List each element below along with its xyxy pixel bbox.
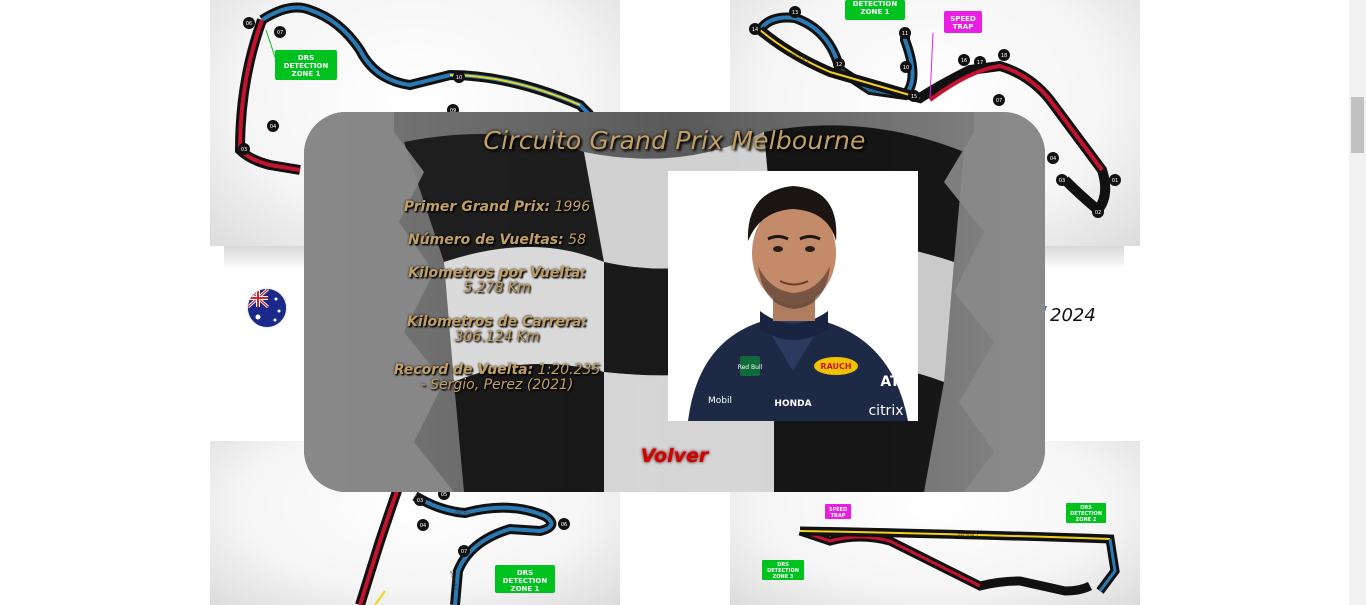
km-per-lap-label: Kilometros por Vuelta: (408, 265, 586, 281)
sponsor-label: RAUCH (820, 362, 851, 371)
km-per-lap-row: Kilometros por Vuelta: 5.278 Km (382, 266, 612, 296)
drs-label-line: DRS (298, 54, 314, 62)
speed-trap-label: SPEED (950, 15, 976, 23)
drs-label-line: DRS (517, 569, 533, 577)
turn-label: 04 (1050, 156, 1056, 162)
back-button[interactable]: Volver (304, 445, 1045, 467)
lap-record-holder: - Sergio, Perez (2021) (420, 377, 574, 393)
turn-label: 15 (911, 94, 917, 100)
season-year: 2024 (1050, 305, 1096, 326)
turn-label: 07 (277, 30, 283, 36)
race-km-value: 306.124 Km (454, 329, 540, 345)
turn-label: 14 (752, 27, 758, 33)
drs-label-line: DETECTION (503, 577, 548, 585)
turn-label: 12 (836, 62, 842, 68)
turn-label: 06 (246, 21, 252, 27)
turn-label: 07 (996, 98, 1002, 104)
turn-label: 07 (461, 549, 467, 555)
sponsor-label: AT (880, 374, 900, 390)
page-scrollbar[interactable] (1349, 0, 1366, 605)
lap-record-row: Record de Vuelta: 1:20.235 - Sergio, Per… (382, 363, 612, 393)
turn-label: 03 (1059, 178, 1065, 184)
turn-label: 05 (441, 492, 447, 498)
turn-label: 06 (561, 522, 567, 528)
turn-label: 04 (420, 523, 426, 529)
turn-label: 03 (417, 498, 423, 504)
drs-label-line: DETECTION (853, 0, 898, 8)
turn-label: 01 (1112, 178, 1118, 184)
driver-photo: Red Bull RAUCH HONDA citrix AT Mobil (668, 171, 918, 421)
laps-row: Número de Vueltas: 58 (382, 233, 612, 248)
drs-label-line: ZONE 2 (1076, 517, 1097, 523)
drs-label-line: ZONE 1 (861, 8, 890, 16)
turn-label: 04 (270, 124, 276, 130)
turn-label: 10 (456, 75, 462, 81)
drs-label-line: DETECTION (284, 62, 329, 70)
scrollbar-thumb[interactable] (1351, 97, 1364, 153)
first-grand-prix-row: Primer Grand Prix: 1996 (382, 200, 612, 215)
australia-flag-icon (248, 289, 286, 327)
circuit-info-modal: Circuito Grand Prix Melbourne Primer Gra… (304, 112, 1045, 492)
race-km-row: Kilometros de Carrera: 306.124 Km (382, 315, 612, 345)
laps-value: 58 (568, 232, 586, 248)
drs-label-line: ZONE 1 (511, 585, 540, 593)
speed-trap-label: TRAP (831, 513, 846, 519)
turn-label: 18 (1001, 53, 1007, 59)
speed-trap-label: TRAP (953, 23, 974, 31)
sponsor-label: HONDA (774, 399, 811, 409)
sponsor-label: citrix (868, 403, 903, 419)
sponsor-label: Mobil (708, 396, 732, 406)
sponsor-label: Red Bull (738, 364, 763, 371)
first-gp-label: Primer Grand Prix: (403, 199, 551, 215)
lap-record-value: 1:20.235 (537, 362, 601, 378)
circuit-title: Circuito Grand Prix Melbourne (483, 126, 866, 155)
race-km-label: Kilometros de Carrera: (407, 314, 587, 330)
turn-label: 10 (903, 65, 909, 71)
laps-label: Número de Vueltas: (408, 232, 564, 248)
first-gp-value: 1996 (554, 199, 591, 215)
drs-label-line: ZONE 1 (292, 70, 321, 78)
lap-record-label: Record de Vuelta: (393, 362, 534, 378)
turn-label: 13 (792, 10, 798, 16)
turn-label: 02 (1095, 210, 1101, 216)
turn-label: 11 (902, 31, 908, 37)
turn-label: 16 (961, 58, 967, 64)
km-per-lap-value: 5.278 Km (463, 280, 531, 296)
sector-label: SECTOR 2 (958, 533, 979, 538)
turn-label: 17 (977, 60, 983, 66)
turn-label: 03 (241, 147, 247, 153)
drs-label-line: ZONE 3 (773, 574, 794, 580)
